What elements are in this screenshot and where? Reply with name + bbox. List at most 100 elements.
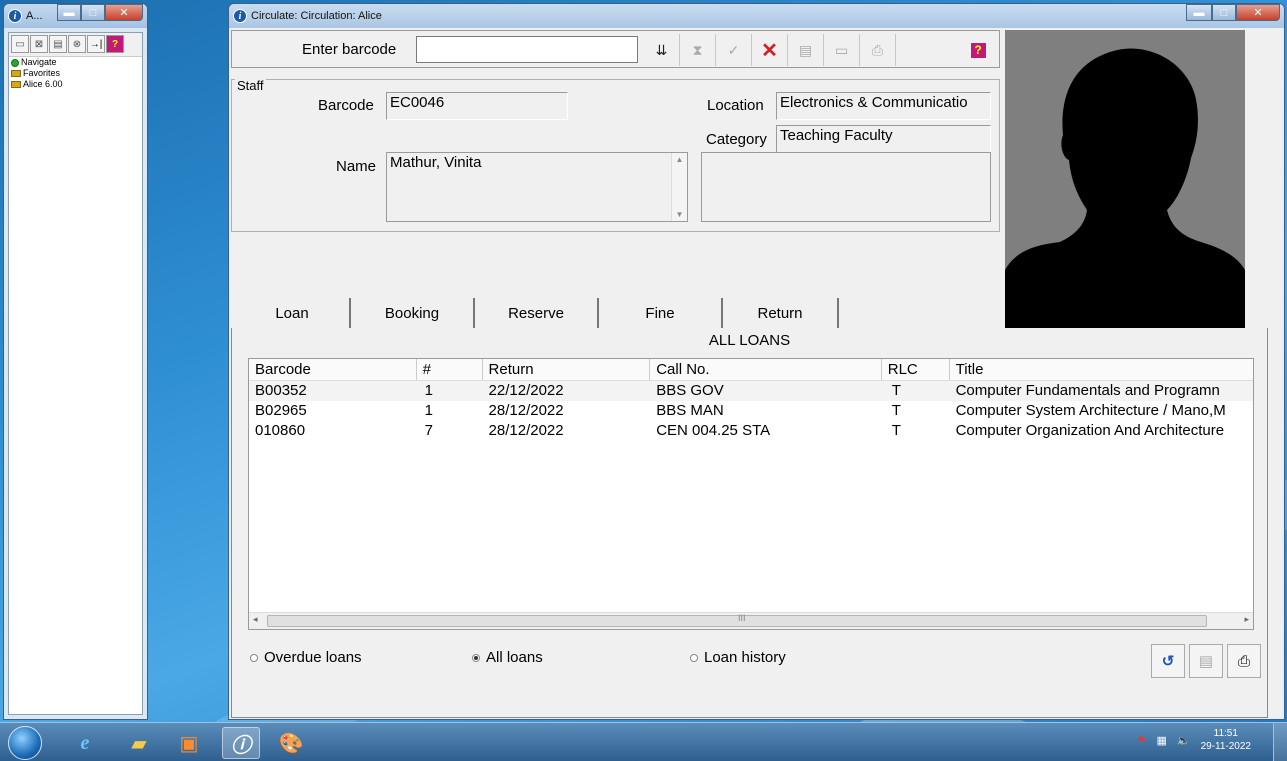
- location-field-label: Location: [707, 97, 764, 114]
- radio-overdue-loans[interactable]: Overdue loans: [250, 649, 362, 666]
- enter-icon[interactable]: ⇊: [644, 34, 680, 66]
- circulate-window: i Circulate: Circulation: Alice ▬ □ ✕ En…: [228, 3, 1285, 720]
- close-icon[interactable]: ✕: [105, 4, 143, 21]
- cell-title: Computer Fundamentals and Programn: [955, 382, 1220, 399]
- column-header-title[interactable]: Title: [950, 359, 1253, 380]
- cell-barcode: 010860: [255, 422, 306, 439]
- radio-all-loans[interactable]: All loans: [472, 649, 543, 666]
- help-icon[interactable]: ?: [106, 35, 124, 53]
- show-desktop-button[interactable]: [1273, 723, 1287, 761]
- cell-barcode: B00352: [255, 382, 307, 399]
- name-field-label: Name: [336, 158, 377, 175]
- stop-icon[interactable]: ⊗: [68, 35, 86, 53]
- loans-grid: Barcode # Return Call No. RLC Title B003…: [248, 358, 1254, 630]
- export-button[interactable]: ▤: [1189, 644, 1223, 678]
- column-header-return[interactable]: Return: [483, 359, 651, 380]
- refresh-button[interactable]: ↺: [1151, 644, 1185, 678]
- radio-loan-history[interactable]: Loan history: [690, 649, 786, 666]
- help-icon[interactable]: ?: [960, 34, 996, 66]
- tab-fine[interactable]: Fine: [599, 298, 723, 328]
- column-header-call-no[interactable]: Call No.: [650, 359, 882, 380]
- barcode-field-label: Barcode: [318, 97, 374, 114]
- network-icon[interactable]: ▦: [1156, 734, 1166, 747]
- paint-icon[interactable]: 🎨: [272, 727, 310, 759]
- navigator-window: i A... ▬ □ ✕ ▭ ⊠ ▤ ⊗ →| ? Navigate Favor…: [3, 3, 148, 720]
- media-player-icon[interactable]: ▣: [170, 727, 208, 759]
- circulate-window-controls: ▬ □ ✕: [1186, 4, 1280, 28]
- tab-loan[interactable]: Loan: [235, 298, 351, 328]
- staff-group: Staff Barcode EC0046 Location Electronic…: [231, 78, 1000, 232]
- print-icon[interactable]: ⎙: [860, 34, 896, 66]
- open-icon[interactable]: ▤: [788, 34, 824, 66]
- arrow-tab-icon[interactable]: →|: [87, 35, 105, 53]
- cell-barcode: B02965: [255, 402, 307, 419]
- tab-booking[interactable]: Booking: [351, 298, 475, 328]
- clock-time: 11:51: [1213, 728, 1238, 739]
- alice-taskbar-icon[interactable]: ⓘ: [222, 727, 260, 759]
- alice-logo-icon: i: [8, 9, 22, 23]
- staff-name-box: Mathur, Vinita ▲ ▼: [386, 152, 688, 222]
- scroll-left-icon[interactable]: ◂: [253, 614, 258, 625]
- cell-count: 1: [424, 382, 433, 399]
- tree-item-navigate[interactable]: Navigate: [9, 57, 142, 68]
- name-scrollbar[interactable]: ▲ ▼: [671, 153, 687, 221]
- new-icon[interactable]: ▭: [824, 34, 860, 66]
- print-button[interactable]: ⎙: [1227, 644, 1261, 678]
- cell-count: 1: [424, 402, 433, 419]
- circulation-tabs: Loan Booking Reserve Fine Return: [235, 298, 839, 328]
- scrollbar-thumb[interactable]: III: [267, 613, 1207, 627]
- close-icon[interactable]: ✕: [1236, 4, 1280, 21]
- file-explorer-icon[interactable]: ▰: [120, 727, 158, 759]
- close-doc-icon[interactable]: ⊠: [30, 35, 48, 53]
- maximize-icon[interactable]: □: [81, 4, 105, 21]
- tree-item-label: Alice 6.00: [23, 79, 63, 89]
- minimize-icon[interactable]: ▬: [1186, 4, 1212, 21]
- clock-date: 29-11-2022: [1200, 741, 1251, 752]
- new-icon[interactable]: ▭: [11, 35, 29, 53]
- scroll-down-icon[interactable]: ▼: [676, 210, 684, 219]
- cell-rlc: T: [891, 382, 901, 399]
- staff-category-value: Teaching Faculty: [776, 125, 991, 153]
- radio-all-indicator[interactable]: [472, 653, 480, 662]
- radio-history-indicator[interactable]: [690, 653, 698, 662]
- cell-call-no: BBS GOV: [656, 382, 724, 399]
- table-row[interactable]: B02965 1 28/12/2022 BBS MAN T Computer S…: [249, 401, 1253, 421]
- start-button[interactable]: [8, 726, 42, 760]
- radio-overdue-indicator[interactable]: [250, 653, 258, 662]
- cell-rlc: T: [891, 422, 901, 439]
- delete-icon[interactable]: ✕: [752, 34, 788, 66]
- internet-explorer-icon[interactable]: e: [66, 727, 104, 759]
- radio-history-label: Loan history: [704, 649, 786, 666]
- open-icon[interactable]: ▤: [49, 35, 67, 53]
- table-row[interactable]: 010860 7 28/12/2022 CEN 004.25 STA T Com…: [249, 421, 1253, 441]
- navigator-toolbar: ▭ ⊠ ▤ ⊗ →| ?: [9, 33, 142, 57]
- tab-reserve[interactable]: Reserve: [475, 298, 599, 328]
- flag-icon[interactable]: ⚑: [1137, 734, 1147, 747]
- column-header-rlc[interactable]: RLC: [882, 359, 950, 380]
- navigator-titlebar[interactable]: i A... ▬ □ ✕: [4, 4, 147, 28]
- cell-count: 7: [424, 422, 433, 439]
- folder-icon: [11, 81, 21, 88]
- cell-call-no: BBS MAN: [656, 402, 724, 419]
- column-header-barcode[interactable]: Barcode: [249, 359, 417, 380]
- filter-icon[interactable]: ⧗: [680, 34, 716, 66]
- column-header-count[interactable]: #: [417, 359, 483, 380]
- tree-item-favorites[interactable]: Favorites: [9, 68, 142, 79]
- circulate-titlebar[interactable]: i Circulate: Circulation: Alice ▬ □ ✕: [229, 4, 1284, 28]
- clock[interactable]: 11:51 29-11-2022: [1201, 727, 1251, 753]
- tree-item-alice[interactable]: Alice 6.00: [9, 79, 142, 90]
- scroll-up-icon[interactable]: ▲: [676, 155, 684, 164]
- scroll-right-icon[interactable]: ▸: [1244, 614, 1249, 625]
- cell-call-no: CEN 004.25 STA: [656, 422, 771, 439]
- loans-horizontal-scrollbar[interactable]: ◂ III ▸: [249, 612, 1253, 629]
- check-icon[interactable]: ✓: [716, 34, 752, 66]
- barcode-label: Enter barcode: [302, 41, 397, 58]
- green-dot-icon: [11, 58, 19, 67]
- table-row[interactable]: B00352 1 22/12/2022 BBS GOV T Computer F…: [249, 381, 1253, 401]
- minimize-icon[interactable]: ▬: [57, 4, 81, 21]
- barcode-input[interactable]: [416, 36, 638, 63]
- staff-barcode-value: EC0046: [386, 92, 568, 120]
- volume-icon[interactable]: 🔈: [1177, 734, 1191, 747]
- tab-return[interactable]: Return: [723, 298, 839, 328]
- maximize-icon[interactable]: □: [1212, 4, 1236, 21]
